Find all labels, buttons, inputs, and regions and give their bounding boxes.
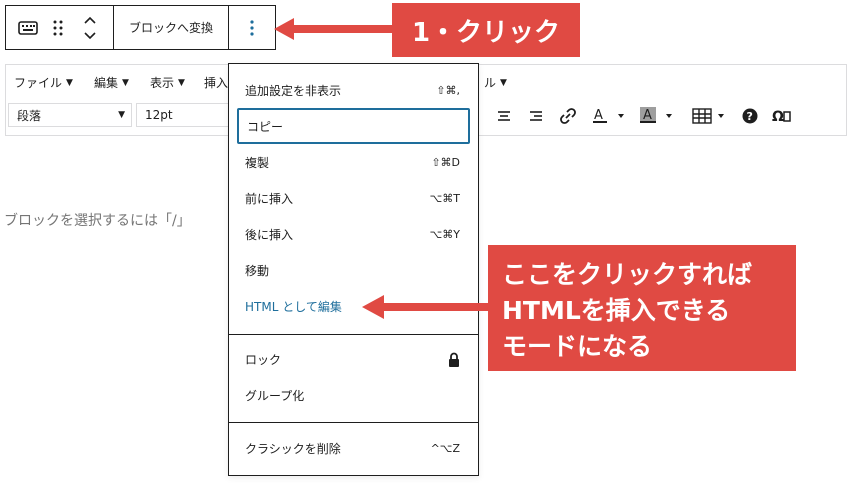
menu-duplicate[interactable]: 複製 ⇧⌘D [237, 144, 470, 180]
callout-step2-line3: モードになる [502, 332, 653, 361]
callout-step2-line1: ここをクリックすれば [502, 260, 753, 289]
callout-arrow-1 [274, 18, 394, 40]
menu-insert[interactable]: 挿入 [204, 74, 228, 91]
callout-step2: ここをクリックすれば HTMLを挿入できる モードになる [488, 245, 796, 371]
menu-copy[interactable]: コピー [237, 108, 470, 144]
svg-text:A: A [643, 108, 652, 123]
align-right-icon[interactable] [525, 105, 547, 127]
menu-insert-after[interactable]: 後に挿入 ⌥⌘Y [237, 216, 470, 252]
menu-file[interactable]: ファイル ▼ [14, 74, 73, 91]
svg-text:Ω: Ω [772, 109, 784, 125]
callout-step1: 1・クリック [392, 3, 580, 57]
callout-arrow-2 [362, 295, 489, 319]
menu-move[interactable]: 移動 [237, 252, 470, 288]
svg-text:A: A [594, 108, 603, 123]
move-up-down-icon[interactable] [76, 6, 104, 49]
lock-icon [449, 352, 459, 367]
keyboard-icon[interactable] [14, 6, 42, 49]
menu-hide-settings[interactable]: 追加設定を非表示 ⇧⌘, [237, 72, 470, 108]
block-placeholder: ブロックを選択するには「/」 [4, 213, 191, 229]
drag-handle-icon[interactable] [46, 6, 70, 49]
help-icon[interactable]: ? [739, 105, 761, 127]
align-center-icon[interactable] [493, 105, 515, 127]
format-select[interactable]: 段落 ▼ [8, 103, 132, 127]
block-options-dropdown: 追加設定を非表示 ⇧⌘, コピー 複製 ⇧⌘D 前に挿入 ⌥⌘T 後に挿入 ⌥⌘… [228, 63, 479, 476]
menu-separator [229, 334, 478, 335]
svg-text:?: ? [747, 110, 753, 123]
menu-separator [229, 422, 478, 423]
menu-delete-classic[interactable]: クラシックを削除 ^⌥Z [237, 430, 470, 466]
block-toolbar: ブロックへ変換 [5, 5, 276, 50]
background-color-icon[interactable]: A [638, 105, 678, 127]
convert-to-blocks-button[interactable]: ブロックへ変換 [114, 6, 228, 49]
special-char-icon[interactable]: Ω [771, 105, 793, 127]
table-icon[interactable] [690, 105, 730, 127]
menu-hidden-tail[interactable]: ル ▼ [484, 74, 507, 91]
menu-edit[interactable]: 編集 ▼ [94, 74, 129, 91]
font-size-select[interactable]: 12pt [136, 103, 231, 127]
more-options-icon [250, 19, 254, 36]
link-icon[interactable] [557, 105, 579, 127]
text-color-icon[interactable]: A [590, 105, 630, 127]
menu-lock[interactable]: ロック [237, 341, 470, 377]
menu-view[interactable]: 表示 ▼ [150, 74, 185, 91]
callout-step2-line2: HTMLを挿入できる [502, 296, 731, 325]
convert-to-blocks-label: ブロックへ変換 [128, 21, 213, 35]
menu-group[interactable]: グループ化 [237, 377, 470, 413]
menu-insert-before[interactable]: 前に挿入 ⌥⌘T [237, 180, 470, 216]
more-options-button[interactable] [229, 6, 275, 49]
